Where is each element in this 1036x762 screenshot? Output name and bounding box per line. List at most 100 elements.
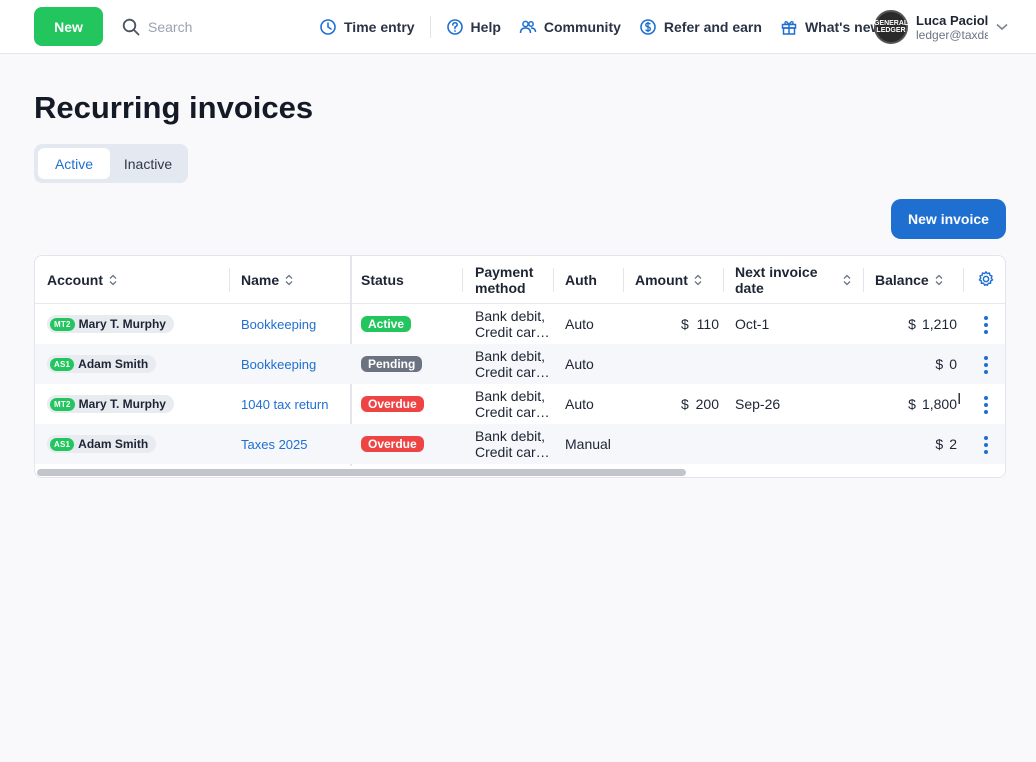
invoice-name-link[interactable]: 1040 tax return [241, 397, 328, 412]
more-options-icon[interactable] [984, 396, 988, 414]
account-chip[interactable]: AS1 Adam Smith [47, 435, 157, 453]
amount-cell: $ [681, 304, 689, 344]
next-date-cell: Oct-1 [735, 304, 769, 344]
nav-help[interactable]: Help [437, 0, 510, 54]
column-balance[interactable]: Balance [875, 256, 943, 304]
status-cell: Active [361, 304, 412, 344]
nav-separator [429, 16, 431, 38]
sort-icon[interactable] [843, 274, 851, 286]
column-name[interactable]: Name [241, 256, 293, 304]
column-balance-label: Balance [875, 272, 929, 288]
account-chip[interactable]: AS1 Adam Smith [47, 355, 157, 373]
search-icon [122, 18, 140, 36]
column-account-label: Account [47, 272, 103, 288]
invoice-name-link[interactable]: Taxes 2025 [241, 437, 308, 452]
auth-cell: Auto [565, 384, 594, 424]
top-bar: New Time entry Help [0, 0, 1036, 54]
nav-refer-and-earn[interactable]: Refer and earn [630, 0, 771, 54]
user-menu[interactable]: GENERAL LEDGER Luca Pacioli ledger@taxdε [874, 8, 1008, 46]
payment-method-cell: Bank debit, Credit car… [475, 304, 550, 344]
horizontal-scrollbar[interactable] [35, 466, 1005, 477]
account-chip[interactable]: MT2 Mary T. Murphy [47, 395, 174, 413]
account-cell[interactable]: MT2 Mary T. Murphy [47, 304, 174, 344]
invoices-table: Account Name Status Payment method Auth A… [34, 255, 1006, 478]
amount-value: 200 [695, 396, 719, 412]
more-options-icon[interactable] [984, 436, 988, 454]
tab-inactive[interactable]: Inactive [112, 148, 184, 179]
status-badge: Active [361, 316, 412, 332]
nav-community[interactable]: Community [510, 0, 630, 54]
chevron-down-icon[interactable] [996, 23, 1008, 31]
balance-currency: $ [908, 316, 916, 332]
table-row[interactable]: MT2 Mary T. Murphy 1040 tax return Overdue B… [35, 384, 1005, 424]
column-status-label: Status [361, 272, 404, 288]
nav-whats-new-label: What's new [804, 19, 882, 35]
table-row[interactable]: AS1 Adam Smith Taxes 2025 Overdue Bank debit… [35, 424, 1005, 464]
balance-currency: $ [908, 396, 916, 412]
column-divider [553, 268, 554, 292]
user-info: Luca Pacioli ledger@taxdε [916, 13, 988, 42]
account-cell[interactable]: AS1 Adam Smith [47, 344, 157, 384]
table-row[interactable]: MT2 Mary T. Murphy Bookkeeping Active Bank d… [35, 304, 1005, 344]
balance-currency: $ [935, 356, 944, 372]
clock-icon [320, 19, 336, 35]
search-box[interactable] [122, 14, 258, 40]
amount-value: 110 [696, 316, 719, 332]
next-invoice-date: Sep-26 [735, 396, 781, 412]
more-options-icon[interactable] [984, 356, 988, 374]
status-badge: Overdue [361, 436, 424, 452]
column-amount[interactable]: Amount [635, 256, 702, 304]
column-next-invoice-date[interactable]: Next invoice date [735, 256, 817, 304]
new-invoice-button[interactable]: New invoice [891, 199, 1006, 239]
account-badge: AS1 [50, 357, 75, 371]
new-button[interactable]: New [34, 7, 103, 46]
name-cell[interactable]: 1040 tax return [241, 384, 328, 424]
gear-icon[interactable] [977, 270, 995, 288]
amount-value-cell: 110 [691, 304, 719, 344]
balance-value: 0 [949, 356, 957, 372]
column-amount-label: Amount [635, 272, 688, 288]
sort-icon[interactable] [694, 274, 702, 286]
column-account[interactable]: Account [47, 256, 117, 304]
account-name: Mary T. Murphy [78, 397, 166, 411]
payment-method: Bank debit, Credit car… [475, 428, 550, 460]
auth-cell: Auto [565, 344, 594, 384]
nav-whats-new[interactable]: What's new [771, 0, 890, 54]
tab-active[interactable]: Active [38, 148, 110, 179]
column-divider [462, 268, 463, 292]
column-divider [963, 268, 964, 292]
payment-method: Bank debit, Credit car… [475, 388, 550, 420]
status-cell: Overdue [361, 424, 424, 464]
nav-time-entry-label: Time entry [344, 19, 415, 35]
next-date-cell: Sep-26 [735, 384, 780, 424]
nav-refer-label: Refer and earn [663, 19, 762, 35]
amount-value-cell: 200 [691, 384, 719, 424]
name-cell[interactable]: Bookkeeping [241, 304, 316, 344]
nav-time-entry[interactable]: Time entry [310, 0, 424, 54]
invoice-name-link[interactable]: Bookkeeping [241, 317, 316, 332]
payment-method: Bank debit, Credit car… [475, 308, 550, 340]
amount-value-cell [691, 344, 719, 384]
amount-currency: $ [681, 396, 689, 412]
auth-value: Auto [565, 396, 594, 412]
search-input[interactable] [148, 19, 258, 35]
name-cell[interactable]: Bookkeeping [241, 344, 316, 384]
user-name: Luca Pacioli [916, 12, 988, 28]
invoice-name-link[interactable]: Bookkeeping [241, 357, 316, 372]
table-row[interactable]: AS1 Adam Smith Bookkeeping Pending Bank debi… [35, 344, 1005, 384]
payment-method-cell: Bank debit, Credit car… [475, 424, 550, 464]
payment-method: Bank debit, Credit car… [475, 348, 550, 380]
account-cell[interactable]: AS1 Adam Smith [47, 424, 157, 464]
sort-icon[interactable] [285, 274, 293, 286]
column-auth: Auth [565, 256, 597, 304]
sort-icon[interactable] [109, 274, 117, 286]
sort-icon[interactable] [935, 274, 943, 286]
account-chip[interactable]: MT2 Mary T. Murphy [47, 315, 174, 333]
name-cell[interactable]: Taxes 2025 [241, 424, 308, 464]
scrollbar-thumb[interactable] [37, 469, 686, 476]
more-options-icon[interactable] [984, 316, 988, 334]
account-badge: MT2 [50, 397, 75, 411]
status-toggle: Active Inactive [34, 144, 188, 183]
column-divider [623, 268, 624, 292]
account-cell[interactable]: MT2 Mary T. Murphy [47, 384, 174, 424]
